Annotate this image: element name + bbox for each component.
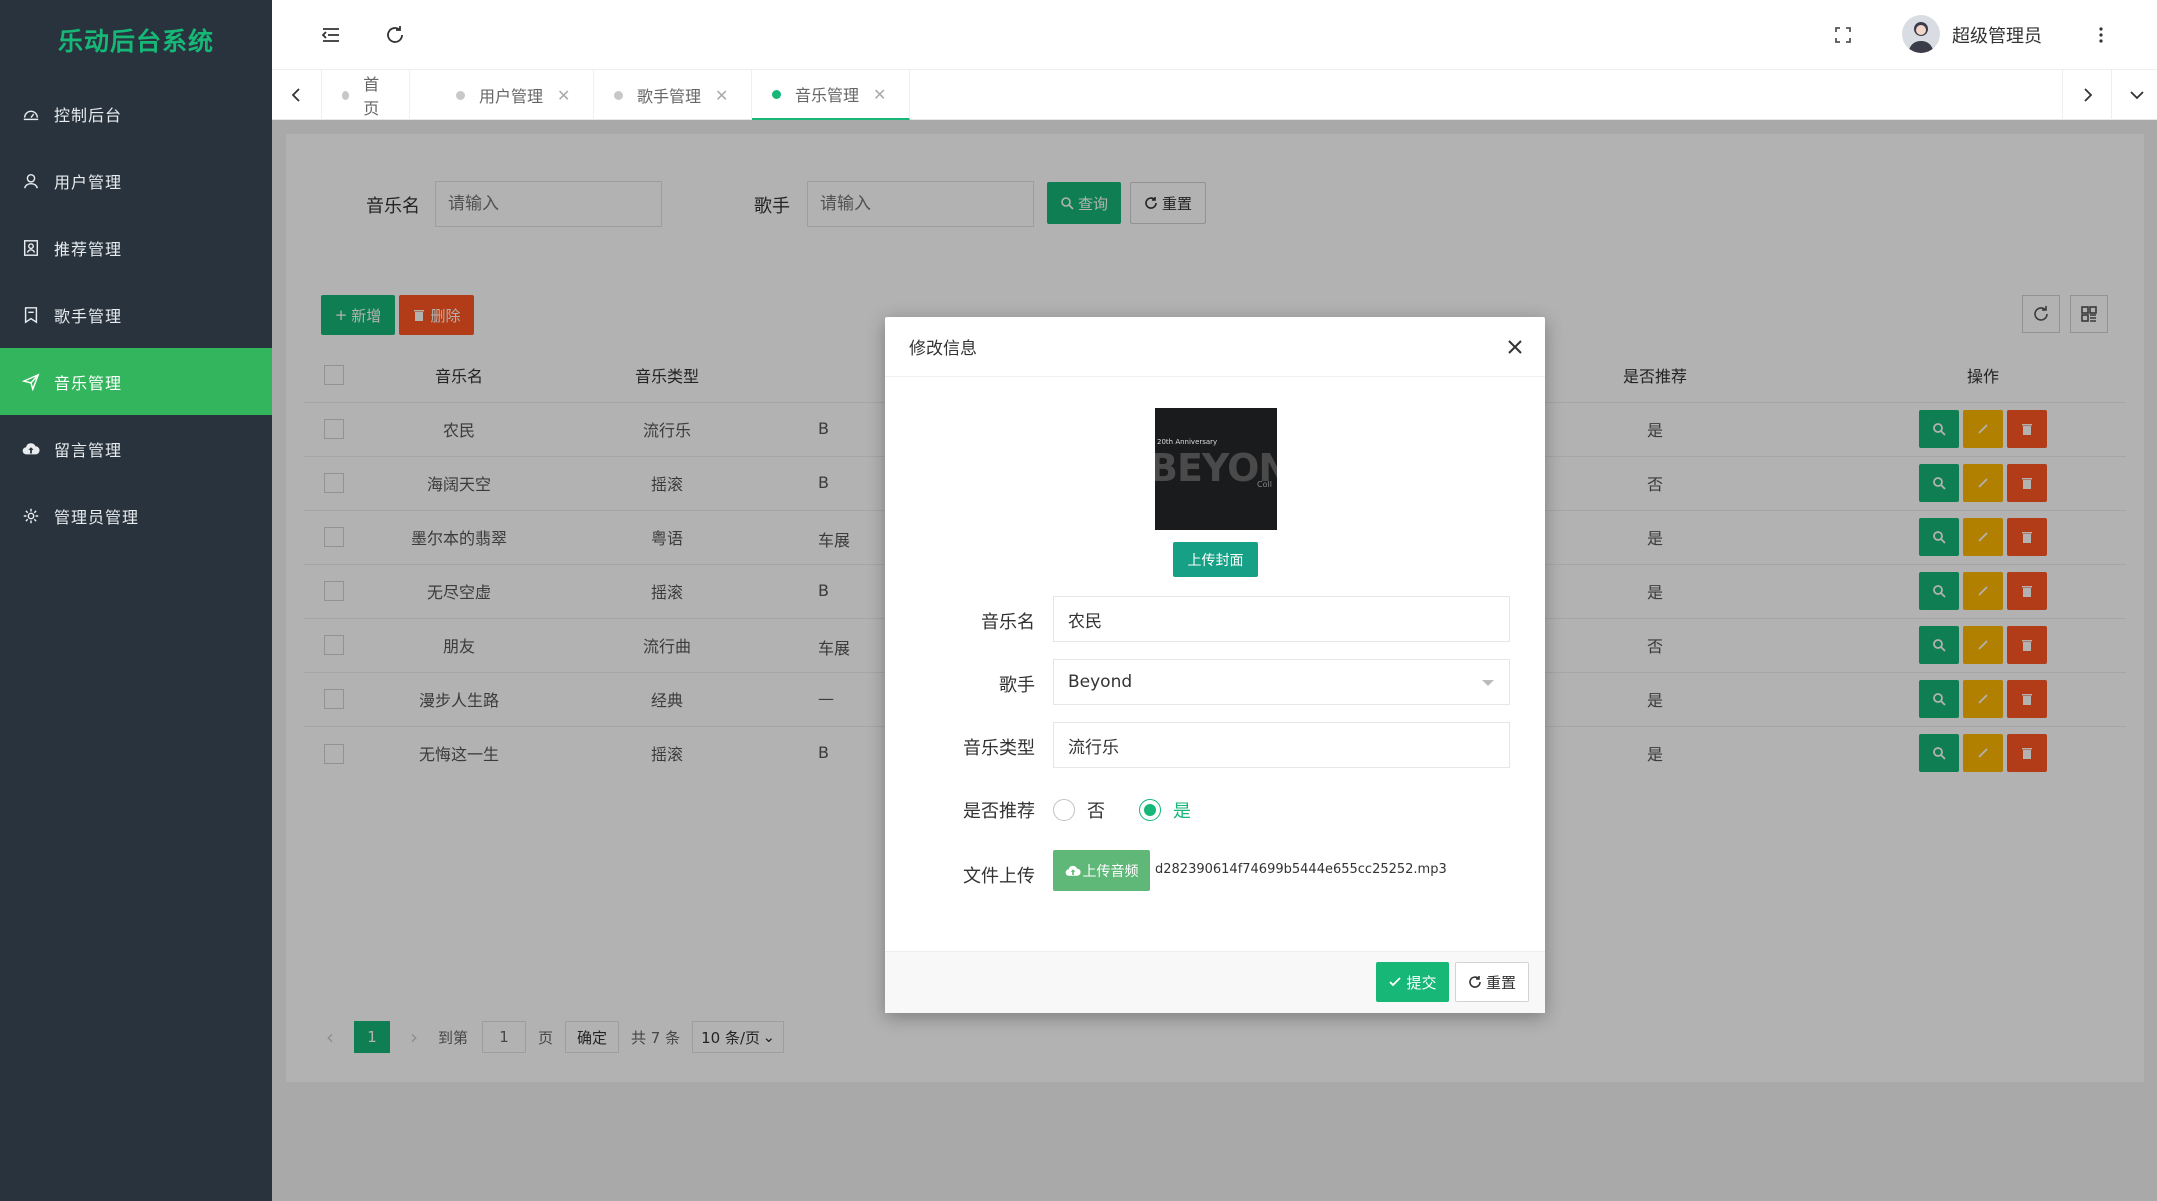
recommend-radio-group: 否 是 [1053,797,1191,823]
file-field-label: 文件上传 [963,866,1035,887]
gear-icon [22,507,40,525]
dashboard-icon [22,105,40,123]
refresh-icon[interactable] [380,20,410,50]
tab-label: 歌手管理 [637,87,702,106]
sidebar-item-dashboard[interactable]: 控制后台 [0,80,272,147]
user-icon [22,172,40,190]
recommend-yes-radio[interactable] [1139,799,1161,821]
more-vertical-icon[interactable] [2086,20,2116,50]
chevron-down-icon [1482,680,1494,686]
sidebar-item-music[interactable]: 音乐管理 [0,348,272,415]
uploaded-file-name: d282390614f74699b5444e655cc25252.mp3 [1155,862,1447,877]
tab-label: 音乐管理 [795,86,860,105]
tab-users[interactable]: 用户管理 ✕ [436,70,594,120]
singer-select[interactable]: Beyond [1053,659,1510,705]
submit-button[interactable]: 提交 [1376,962,1449,1002]
sidebar-item-label: 推荐管理 [54,239,123,259]
cloud-upload-icon [22,440,40,458]
upload-cover-button[interactable]: 上传封面 [1173,542,1258,577]
tab-bar: 首页 用户管理 ✕ 歌手管理 ✕ 音乐管理 ✕ [272,70,2157,120]
cover-subtext: 20th Anniversary [1157,438,1218,446]
tab-close-icon[interactable]: ✕ [557,86,570,105]
modal-reset-button[interactable]: 重置 [1455,962,1529,1002]
tabs-next-icon[interactable] [2062,70,2112,120]
sidebar-item-label: 控制后台 [54,105,123,125]
sidebar-item-label: 用户管理 [54,172,123,192]
tab-dot [772,89,781,99]
recommend-no-label[interactable]: 否 [1087,797,1105,823]
close-icon[interactable] [1503,335,1527,359]
name-field[interactable]: 农民 [1053,596,1510,642]
sidebar-item-label: 管理员管理 [54,507,140,527]
edit-modal: 修改信息 20th Anniversary BEYON Coll 上传封面 音乐… [885,317,1545,1013]
menu-toggle-icon[interactable] [316,20,346,50]
type-field-label: 音乐类型 [963,738,1035,759]
submit-button-label: 提交 [1406,973,1437,992]
sidebar-item-users[interactable]: 用户管理 [0,147,272,214]
sidebar-item-messages[interactable]: 留言管理 [0,415,272,482]
check-icon [1389,977,1402,987]
upload-audio-button[interactable]: 上传音频 [1053,850,1150,891]
recommend-icon [22,239,40,257]
type-field[interactable]: 流行乐 [1053,722,1510,768]
cover-image: 20th Anniversary BEYON Coll [1155,408,1277,530]
name-field-label: 音乐名 [981,612,1035,633]
tabs-menu-chevron-down-icon[interactable] [2112,70,2157,120]
tab-music[interactable]: 音乐管理 ✕ [752,70,910,120]
tab-dot [614,90,623,100]
modal-title: 修改信息 [885,317,1545,377]
modal-footer: 提交 重置 [885,951,1545,1013]
tab-close-icon[interactable]: ✕ [873,85,886,104]
modal-reset-label: 重置 [1485,973,1516,992]
sidebar-item-recommend[interactable]: 推荐管理 [0,214,272,281]
tab-singers[interactable]: 歌手管理 ✕ [594,70,752,120]
singer-icon [22,306,40,324]
tab-label: 首页 [363,75,380,118]
cover-corner-text: Coll [1257,480,1272,489]
recommend-field-label: 是否推荐 [963,801,1035,822]
tabs-prev-icon[interactable] [272,70,322,120]
tab-dot [456,90,465,100]
sidebar-item-singers[interactable]: 歌手管理 [0,281,272,348]
recommend-yes-label[interactable]: 是 [1173,797,1191,823]
tab-dot [342,90,350,100]
fullscreen-icon[interactable] [1828,20,1858,50]
recommend-no-radio[interactable] [1053,799,1075,821]
upload-audio-label: 上传音频 [1082,863,1139,880]
sidebar-item-admins[interactable]: 管理员管理 [0,482,272,549]
singer-field-label: 歌手 [999,675,1035,696]
user-name[interactable]: 超级管理员 [1952,22,2042,48]
sidebar: 乐动后台系统 控制后台 用户管理 推荐管理 歌手管理 音乐管理 留言管理 管理员… [0,0,272,1201]
avatar[interactable] [1902,15,1940,53]
tab-label: 用户管理 [479,87,544,106]
cloud-upload-icon [1065,865,1081,876]
sidebar-item-label: 音乐管理 [54,373,123,393]
tab-close-icon[interactable]: ✕ [715,86,728,105]
tab-home[interactable]: 首页 [322,70,410,120]
singer-select-value: Beyond [1068,672,1133,692]
refresh-icon [1469,976,1481,988]
sidebar-item-label: 歌手管理 [54,306,123,326]
top-header: 超级管理员 [272,0,2157,70]
send-icon [22,372,40,391]
app-logo: 乐动后台系统 [57,27,214,56]
sidebar-item-label: 留言管理 [54,440,123,460]
